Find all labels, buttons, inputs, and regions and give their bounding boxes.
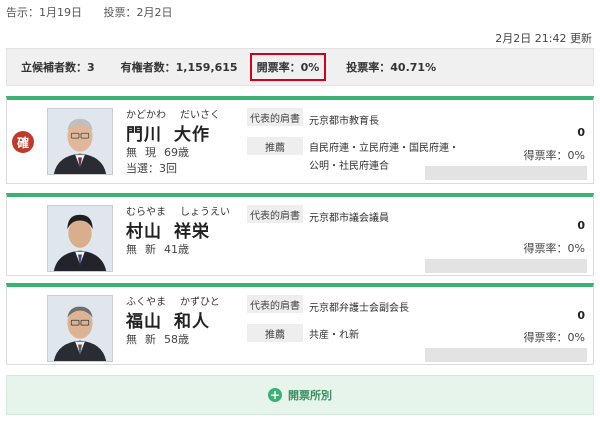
turnout-rate: 投票率：40.71% [346,61,437,74]
vote-bar [425,259,587,273]
title-label: 代表的肩書 [247,108,303,126]
endorsement-parties: 共産・れ新 [309,330,359,341]
count-rate: 開票率：0% [249,53,327,81]
candidate-card: むらやま しょうえい 村山 祥栄 無新 41歳 代表的肩書 元京都市議会議員 0 得票… [6,193,594,276]
polling-station-results-button[interactable]: + 開票所別 [6,375,594,415]
election-dates: 告示：1月19日 投票：2月2日 [6,4,191,20]
candidate-status: 無新 41歳 [126,243,189,256]
candidate-photo [47,205,113,272]
vote-count: 0 [577,309,585,322]
candidate-status: 無新 58歳 [126,333,189,346]
candidate-card: ふくやま かずひと 福山 和人 無新 58歳 代表的肩書 元京都弁護士会副会長 推薦 … [6,283,594,365]
plus-circle-icon: + [268,388,282,402]
announcement-date: 告示：1月19日 [6,6,82,19]
candidate-kana: ふくやま かずひと [126,297,220,308]
summary-bar: 立候補者数：3 有権者数：1,159,615 開票率：0% 投票率：40.71% [6,48,594,86]
candidate-photo [47,108,113,175]
update-timestamp: 2月2日 21:42 更新 [495,32,592,45]
vote-count: 0 [577,219,585,232]
candidate-terms: 当選：3回 [126,162,177,175]
vote-bar [425,348,587,362]
candidate-name: 村山 祥栄 [126,222,210,242]
title-label: 代表的肩書 [247,205,303,223]
candidate-kana: むらやま しょうえい [126,207,230,218]
candidate-name: 福山 和人 [126,312,210,332]
vote-bar [425,166,587,180]
vote-rate: 得票率：0% [523,242,585,255]
voting-date: 投票：2月2日 [103,6,173,19]
vote-rate: 得票率：0% [523,331,585,344]
candidate-card: 確 かどかわ だいさく 門川 大作 無現 69歳 当選：3回 代表的肩書 元京都市教育… [6,96,594,184]
candidate-count: 立候補者数：3 [21,61,95,74]
candidate-photo [47,295,113,362]
candidate-status: 無現 69歳 [126,146,189,159]
endorsement-label: 推薦 [247,324,303,342]
candidate-title: 元京都市議会議員 [309,213,389,224]
title-label: 代表的肩書 [247,295,303,313]
electorate-count: 有権者数：1,159,615 [120,61,238,74]
elected-badge: 確 [12,131,34,153]
candidate-name: 門川 大作 [126,125,210,145]
vote-count: 0 [577,126,585,139]
candidate-title: 元京都弁護士会副会長 [309,303,409,314]
candidate-kana: かどかわ だいさく [126,110,220,121]
vote-rate: 得票率：0% [523,149,585,162]
endorsement-label: 推薦 [247,137,303,155]
polling-station-results-label: 開票所別 [288,389,332,402]
candidate-title: 元京都市教育長 [309,116,379,127]
